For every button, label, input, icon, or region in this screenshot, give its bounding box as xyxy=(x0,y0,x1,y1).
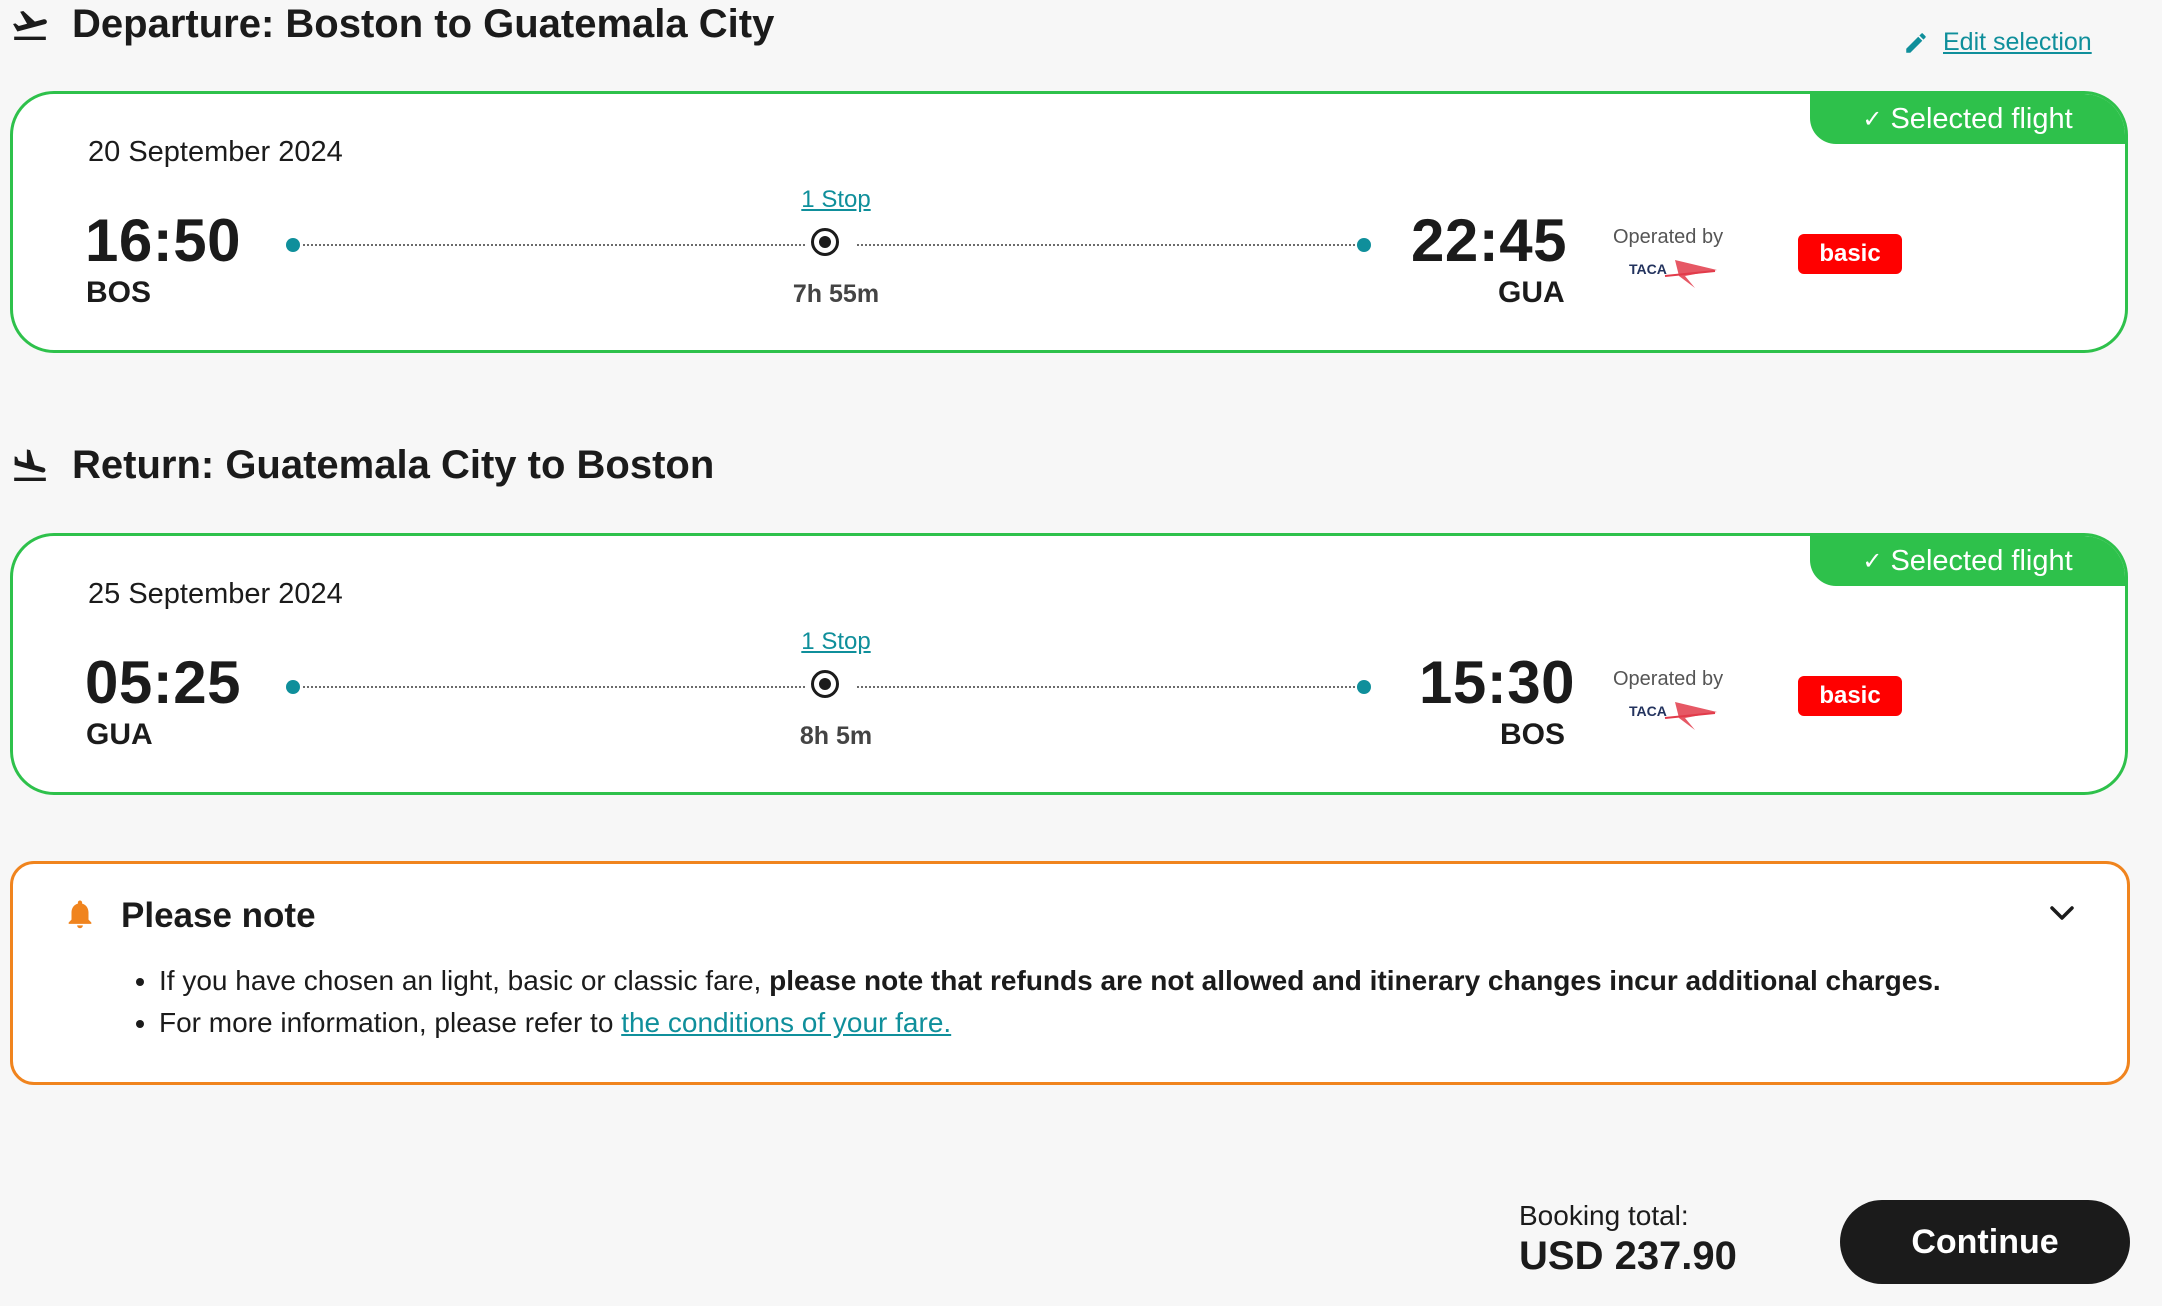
selected-flight-label: Selected flight xyxy=(1890,544,2073,577)
note-item-text: If you have chosen an light, basic or cl… xyxy=(159,965,770,996)
return-flight-card[interactable]: ✓ Selected flight 25 September 2024 05:2… xyxy=(10,533,2128,795)
departure-airport: BOS xyxy=(86,276,152,309)
stop-marker xyxy=(811,228,839,256)
airline-name: TACA xyxy=(1629,703,1667,719)
route-line xyxy=(303,686,805,688)
departure-time: 05:25 xyxy=(85,649,241,716)
landing-plane-icon xyxy=(10,446,50,486)
stops-link[interactable]: 1 Stop xyxy=(793,186,879,214)
continue-button[interactable]: Continue xyxy=(1840,1200,2130,1284)
route-line xyxy=(857,244,1367,246)
stop-marker xyxy=(811,670,839,698)
airline-name: TACA xyxy=(1629,261,1667,277)
selected-flight-tag: ✓ Selected flight xyxy=(1810,94,2125,144)
note-item-text: For more information, please refer to xyxy=(159,1007,622,1038)
route-start-dot xyxy=(286,238,300,252)
fare-badge: basic xyxy=(1798,234,1902,274)
arrival-time: 15:30 xyxy=(1419,649,1575,716)
route-end-dot xyxy=(1357,238,1371,252)
departure-heading: Departure: Boston to Guatemala City xyxy=(10,2,774,47)
stops-link[interactable]: 1 Stop xyxy=(793,628,879,656)
note-item: For more information, please refer to th… xyxy=(159,1002,1941,1044)
selected-flight-label: Selected flight xyxy=(1890,102,2073,135)
taca-airline-logo: TACA xyxy=(1625,252,1721,292)
arrival-airport: GUA xyxy=(1498,276,1565,309)
departure-airport: GUA xyxy=(86,718,153,751)
booking-total-label: Booking total: xyxy=(1519,1200,1689,1231)
departure-flight-card[interactable]: ✓ Selected flight 20 September 2024 16:5… xyxy=(10,91,2128,353)
taca-airline-logo: TACA xyxy=(1625,694,1721,734)
route-start-dot xyxy=(286,680,300,694)
booking-total-amount: USD 237.90 xyxy=(1519,1234,1737,1278)
flight-date: 20 September 2024 xyxy=(88,136,343,168)
edit-selection-link[interactable]: Edit selection xyxy=(1903,28,2092,57)
checkmark-icon: ✓ xyxy=(1862,547,1883,575)
please-note-panel: Please note If you have chosen an light,… xyxy=(10,861,2130,1085)
flight-date: 25 September 2024 xyxy=(88,578,343,610)
operated-by-label: Operated by xyxy=(1613,668,1724,690)
departure-time: 16:50 xyxy=(85,207,241,274)
checkmark-icon: ✓ xyxy=(1862,105,1883,133)
arrival-time: 22:45 xyxy=(1411,207,1567,274)
edit-selection-label: Edit selection xyxy=(1943,28,2092,56)
note-item-bold-text: please note that refunds are not allowed… xyxy=(769,965,1941,996)
note-item: If you have chosen an light, basic or cl… xyxy=(159,960,1941,1002)
route-line xyxy=(857,686,1367,688)
flight-duration: 7h 55m xyxy=(792,280,880,308)
takeoff-plane-icon xyxy=(10,5,50,45)
route-end-dot xyxy=(1357,680,1371,694)
pencil-icon xyxy=(1903,30,1929,56)
please-note-title: Please note xyxy=(121,896,316,935)
flight-duration: 8h 5m xyxy=(799,722,873,750)
return-heading: Return: Guatemala City to Boston xyxy=(10,443,714,488)
bell-icon xyxy=(63,896,97,932)
fare-conditions-link[interactable]: the conditions of your fare. xyxy=(621,1007,951,1038)
fare-badge: basic xyxy=(1798,676,1902,716)
return-heading-text: Return: Guatemala City to Boston xyxy=(72,443,715,487)
route-line xyxy=(303,244,805,246)
operated-by-label: Operated by xyxy=(1613,226,1724,248)
arrival-airport: BOS xyxy=(1500,718,1566,751)
departure-heading-text: Departure: Boston to Guatemala City xyxy=(72,2,775,46)
note-list: If you have chosen an light, basic or cl… xyxy=(117,960,1941,1044)
chevron-down-icon[interactable] xyxy=(2047,902,2077,926)
selected-flight-tag: ✓ Selected flight xyxy=(1810,536,2125,586)
